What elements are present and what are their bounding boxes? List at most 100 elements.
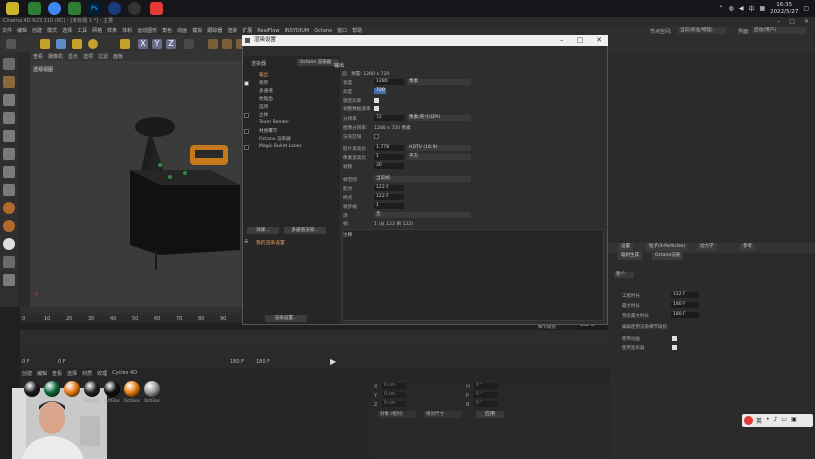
rotate-icon[interactable]: [88, 39, 98, 49]
my-render-settings[interactable]: 我的渲染设置: [256, 239, 285, 246]
tree-item[interactable]: 材质覆写: [259, 128, 277, 134]
apply-button[interactable]: 应用: [476, 411, 504, 418]
ime-buttons[interactable]: 英 • ♪ ▭ ▣: [756, 416, 797, 425]
multipass-button[interactable]: 多通道渲染...: [284, 227, 326, 234]
app-icon-folder[interactable]: [6, 2, 19, 15]
menu-item[interactable]: 体积: [122, 27, 132, 34]
tree-item[interactable]: Team Render: [259, 120, 289, 125]
tab-radiosity[interactable]: 辐射生成: [618, 252, 642, 260]
maximize-icon[interactable]: □: [789, 17, 795, 26]
scale-icon[interactable]: [72, 39, 82, 49]
tree-item[interactable]: 输出: [259, 72, 268, 78]
edges-mode-icon[interactable]: [3, 148, 15, 160]
material-swatch[interactable]: [64, 381, 80, 397]
height-input[interactable]: 720: [374, 88, 386, 94]
resolution-input[interactable]: 72: [374, 115, 404, 121]
render-view-icon[interactable]: [208, 39, 218, 49]
viewport-menu-item[interactable]: 过滤: [98, 53, 108, 60]
keyboard-icon[interactable]: ▭: [781, 416, 787, 425]
chevron-up-icon[interactable]: ⌃: [719, 5, 724, 12]
app-icon-red[interactable]: [150, 2, 163, 15]
layout-select[interactable]: 启动(用户): [752, 27, 806, 34]
viewport-menu-item[interactable]: 面板: [113, 53, 123, 60]
frame-step-input[interactable]: 1: [374, 203, 404, 209]
close-icon[interactable]: ✕: [804, 17, 809, 26]
tab-reference[interactable]: 参考: [740, 243, 755, 251]
tree-item-checkbox[interactable]: [244, 145, 249, 150]
volume-icon[interactable]: ◀: [739, 5, 744, 12]
render-region-checkbox[interactable]: [374, 134, 379, 139]
dialog-minimize-icon[interactable]: –: [560, 35, 564, 46]
menu-item[interactable]: 渲染: [227, 27, 237, 34]
texture-mode-icon[interactable]: [3, 94, 15, 106]
dialog-maximize-icon[interactable]: □: [577, 35, 584, 46]
material-menu-item[interactable]: 纹理: [97, 370, 107, 377]
start-input[interactable]: 122 F: [374, 185, 404, 191]
material-menu-item[interactable]: 查看: [52, 370, 62, 377]
network-icon[interactable]: ◍: [729, 5, 734, 12]
lock-icon[interactable]: [3, 256, 15, 268]
tab-particles[interactable]: 粒子(X-Particles): [646, 243, 688, 251]
polygons-mode-icon[interactable]: [3, 166, 15, 178]
menu-item[interactable]: 跟踪器: [207, 27, 222, 34]
play-icon[interactable]: ▶: [330, 357, 339, 366]
world-icon[interactable]: [184, 39, 194, 49]
app-icon-wechat[interactable]: [28, 2, 41, 15]
tree-item[interactable]: 多通道: [259, 88, 273, 94]
viewport-menu-item[interactable]: 查看: [33, 53, 43, 60]
menu-item[interactable]: 帮助: [352, 27, 362, 34]
rot-b-value[interactable]: 0 °: [474, 401, 498, 407]
axis-mode-icon[interactable]: [3, 184, 15, 196]
ime-mode-icon[interactable]: 英: [756, 416, 762, 425]
param-value-project-time[interactable]: 122 F: [671, 292, 699, 298]
rot-h-value[interactable]: 0 °: [474, 383, 498, 389]
effects-button[interactable]: 效果...: [247, 227, 279, 234]
param-value-max-time[interactable]: 180 F: [671, 302, 699, 308]
tree-item-checkbox[interactable]: [244, 113, 249, 118]
app-icon-chrome[interactable]: [48, 2, 61, 15]
app-icon-obs[interactable]: [128, 2, 141, 15]
coord-mode-select[interactable]: 对象 (相对): [378, 411, 416, 418]
make-editable-icon[interactable]: [3, 58, 15, 70]
rot-p-value[interactable]: 0 °: [474, 392, 498, 398]
points-mode-icon[interactable]: [3, 130, 15, 142]
coord-z-value[interactable]: 0 cm: [382, 401, 406, 407]
size-mode-select[interactable]: 绝对尺寸: [424, 411, 462, 418]
z-axis-icon[interactable]: Z: [166, 39, 176, 49]
undo-icon[interactable]: [6, 39, 16, 49]
menu-item[interactable]: RealFlow: [257, 28, 279, 34]
menu-item[interactable]: 工具: [77, 27, 87, 34]
menu-item[interactable]: 文件: [2, 27, 12, 34]
tree-item[interactable]: Magic Bullet Looks: [259, 144, 302, 149]
skin-icon[interactable]: ▣: [791, 416, 797, 425]
material-menu-item[interactable]: 选择: [67, 370, 77, 377]
adapt-rate-checkbox[interactable]: [374, 106, 379, 111]
lock-ratio-checkbox[interactable]: [374, 98, 379, 103]
material-swatch[interactable]: [144, 381, 160, 397]
menu-item[interactable]: 模式: [47, 27, 57, 34]
y-axis-icon[interactable]: Y: [152, 39, 162, 49]
menu-item[interactable]: 选择: [62, 27, 72, 34]
tree-item-checkbox[interactable]: [244, 129, 249, 134]
menu-item[interactable]: 模拟: [192, 27, 202, 34]
preset-arrow-icon[interactable]: [342, 71, 347, 76]
notification-icon[interactable]: ▢: [803, 5, 809, 12]
material-menu-item[interactable]: 编辑: [37, 370, 47, 377]
width-input[interactable]: 1280: [374, 79, 404, 85]
menu-item[interactable]: 样条: [107, 27, 117, 34]
material-swatch[interactable]: [104, 381, 120, 397]
mic-icon[interactable]: ♪: [774, 416, 778, 425]
coord-x-value[interactable]: 0 cm: [382, 383, 406, 389]
move-icon[interactable]: [56, 39, 66, 49]
ime-icon[interactable]: 中: [748, 4, 754, 13]
tree-item[interactable]: 保存: [259, 80, 268, 86]
material-swatch[interactable]: [124, 381, 140, 397]
tree-item[interactable]: 选项: [259, 104, 268, 110]
mode-select[interactable]: 整个: [614, 272, 634, 278]
material-swatch[interactable]: [24, 381, 40, 397]
coord-y-value[interactable]: 0 cm: [382, 392, 406, 398]
grid-icon[interactable]: [3, 274, 15, 286]
resolution-unit-select[interactable]: 像素/英寸(DPI): [407, 115, 471, 121]
unit-select[interactable]: 像素: [407, 79, 471, 85]
note-textarea[interactable]: [342, 229, 604, 321]
